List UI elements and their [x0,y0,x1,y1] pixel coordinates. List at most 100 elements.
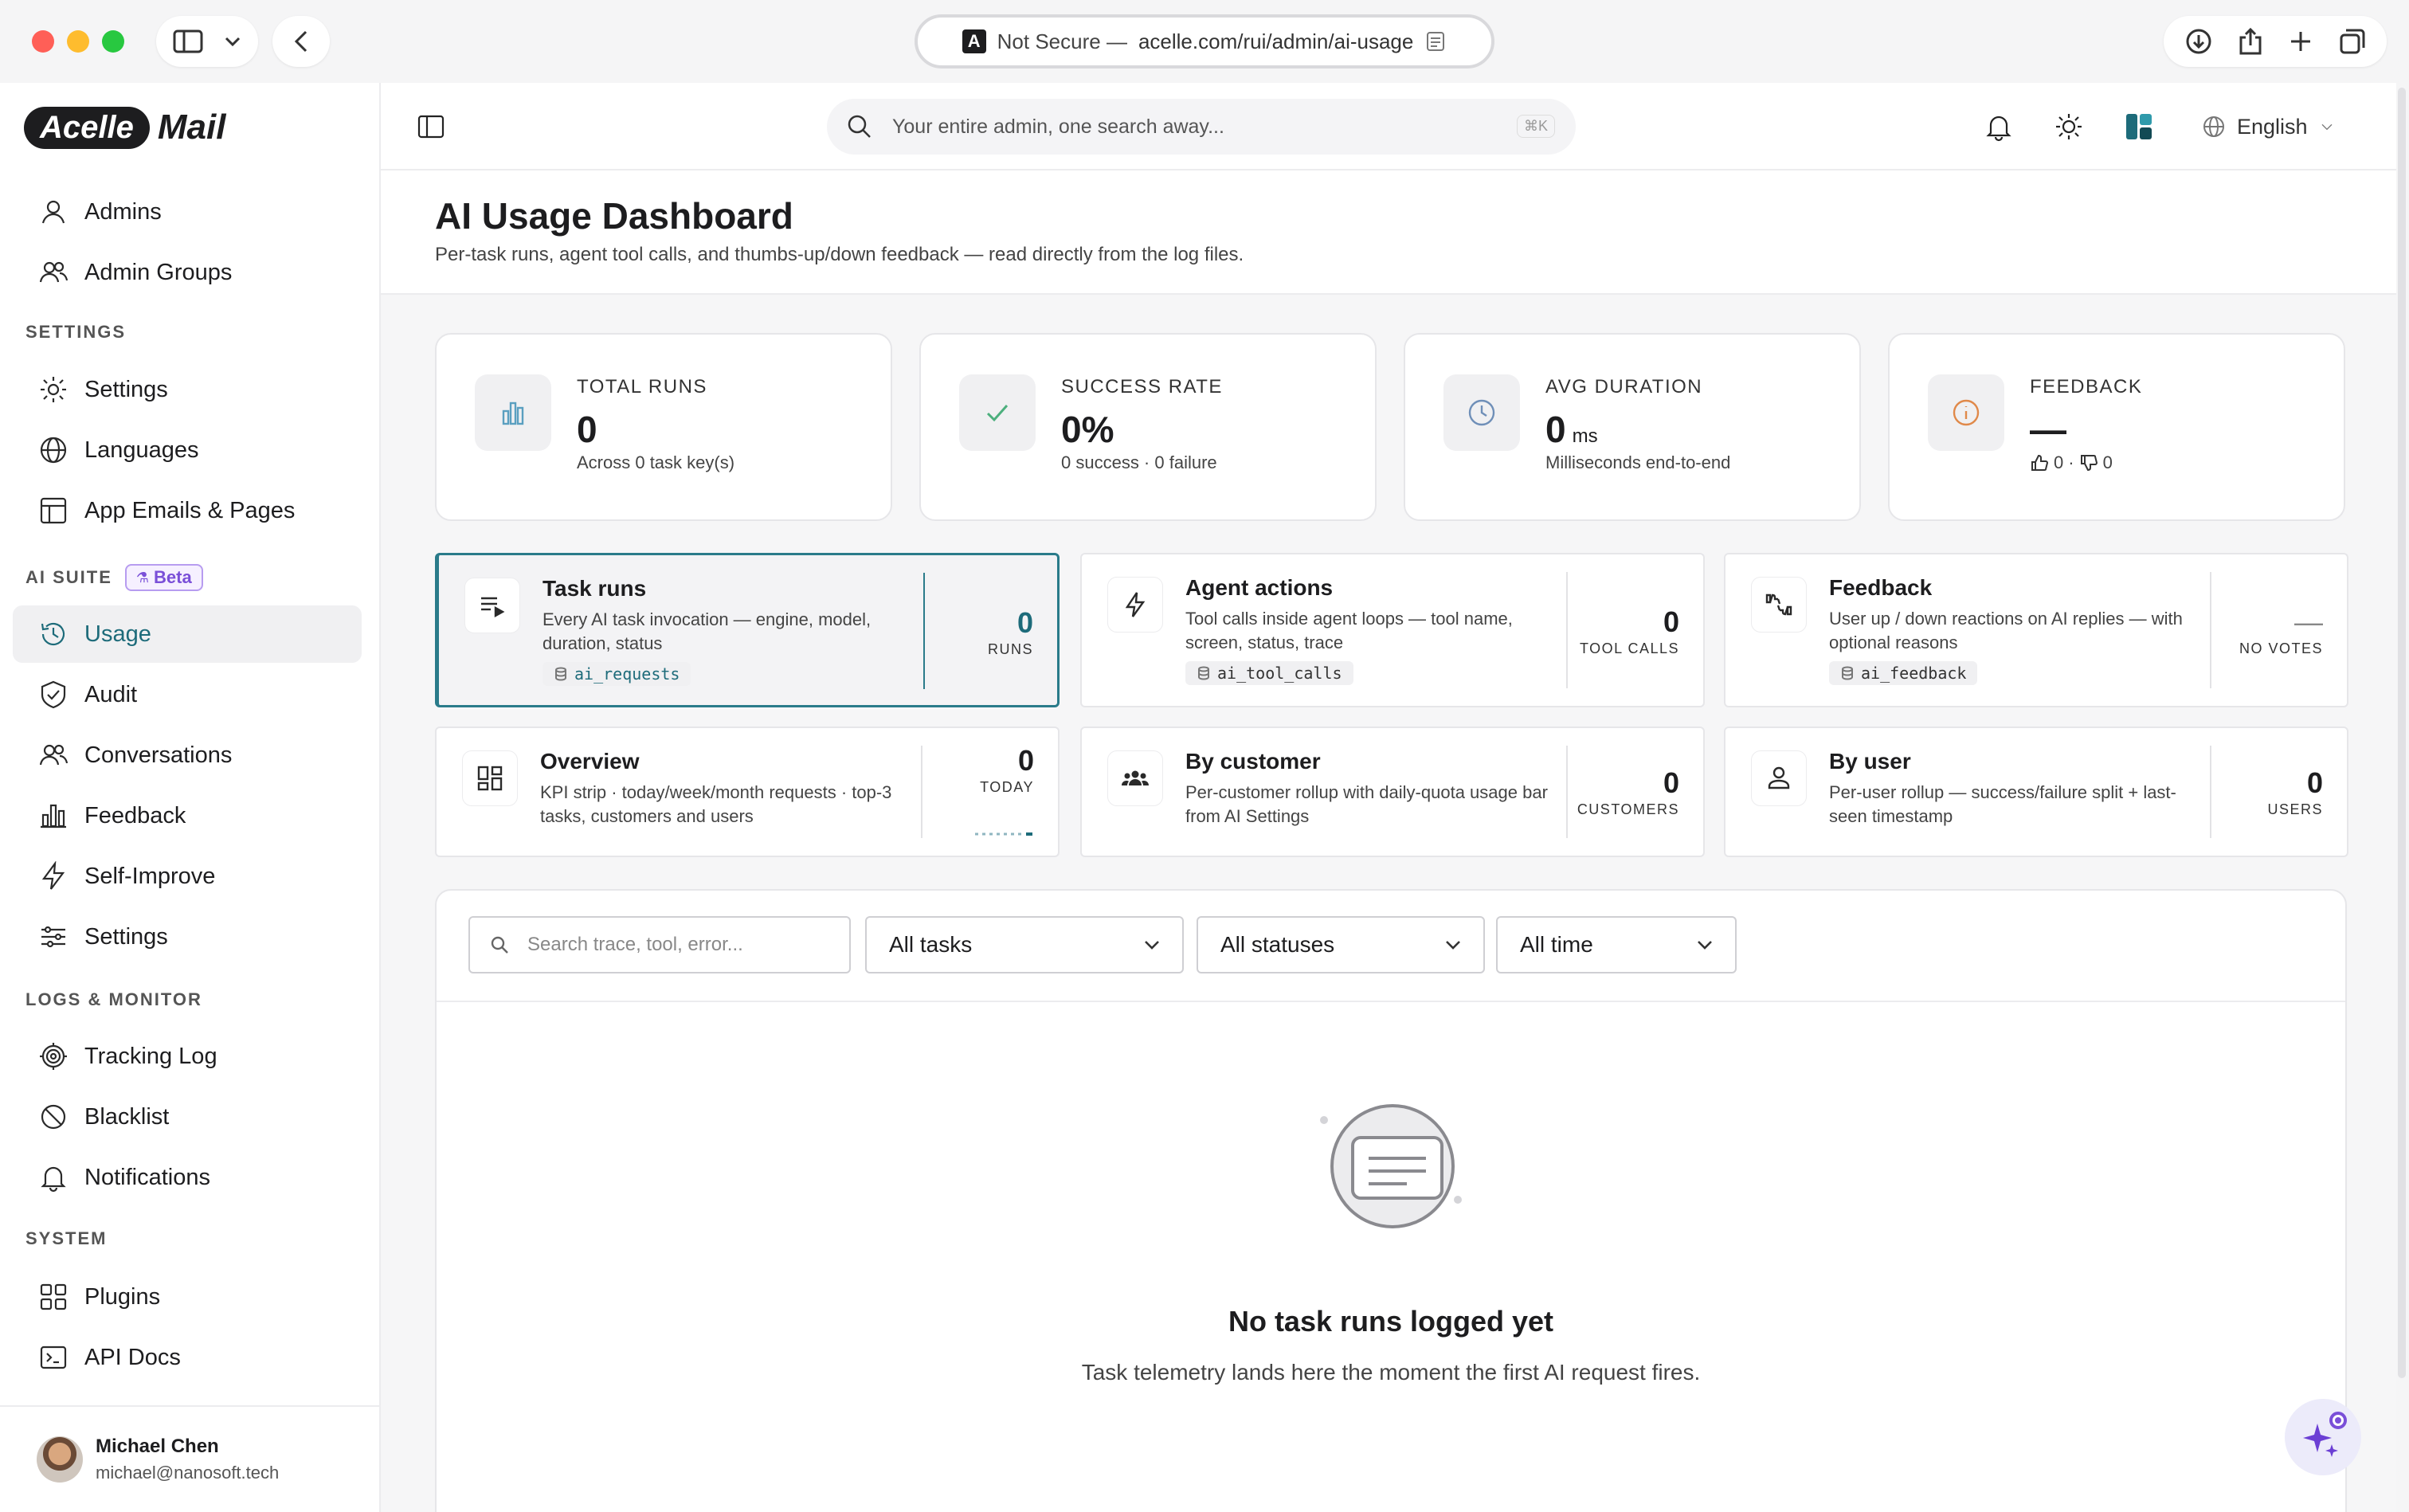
thumbs-down-icon [2080,455,2098,472]
sidebar-item-blacklist[interactable]: Blacklist [13,1088,362,1146]
close-window-button[interactable] [32,30,54,53]
kpi-label: TOTAL RUNS [577,376,707,398]
sidebar-item-ai-settings[interactable]: Settings [13,908,362,966]
avatar [37,1436,83,1483]
sidebar-item-label: Blacklist [84,1103,170,1130]
user-icon [41,200,65,224]
global-search-input[interactable]: Your entire admin, one search away... ⌘K [827,99,1576,155]
sidebar-item-audit[interactable]: Audit [13,666,362,723]
sidebar-item-usage[interactable]: Usage [13,605,362,663]
sidebar-item-plugins[interactable]: Plugins [13,1268,362,1326]
page-scrollbar-thumb[interactable] [2398,88,2406,1378]
tile-title: Feedback [1829,575,1933,600]
tile-divider [923,573,925,689]
theme-toggle-button[interactable] [2049,107,2089,147]
minimize-window-button[interactable] [67,30,89,53]
tile-table-name: ai_feedback [1861,664,1967,683]
sidebar-item-label: Admin Groups [84,259,233,285]
database-icon [555,667,566,681]
thumbs-up-count: 0 [2054,452,2064,472]
kpi-icon-box [1928,374,2004,451]
users-icon [39,261,69,283]
layout-switch-button[interactable] [2119,107,2159,147]
sidebar-toggle-button[interactable] [156,16,258,67]
person-icon [1768,766,1790,789]
time-filter-select[interactable]: All time [1496,916,1737,973]
address-bar[interactable]: A Not Secure — acelle.com/rui/admin/ai-u… [915,14,1494,69]
url-security-label: Not Secure — [997,29,1127,53]
chevron-down-icon [1446,941,1460,950]
kpi-feedback: FEEDBACK — 0 · 0 [1888,333,2345,521]
tile-task-runs[interactable]: Task runs Every AI task invocation — eng… [435,553,1060,707]
group-icon [1122,770,1149,785]
user-profile[interactable]: Michael Chen michael@nanosoft.tech [0,1405,379,1512]
url-domain: acelle.com/rui/admin/ai-usage [1138,29,1414,53]
sidebar-item-api-docs[interactable]: API Docs [13,1329,362,1386]
task-filter-select[interactable]: All tasks [865,916,1184,973]
new-tab-icon[interactable] [2288,29,2313,54]
tile-count: 0 [1016,606,1033,639]
tile-description: User up / down reactions on AI replies —… [1829,609,2183,652]
sidebar-item-admins[interactable]: Admins [13,183,362,241]
chevron-down-icon [1698,941,1712,950]
sidebar-item-languages[interactable]: Languages [13,421,362,479]
tile-by-user[interactable]: By user Per-user rollup — success/failur… [1724,727,2348,857]
trace-search-placeholder: Search trace, tool, error... [527,934,743,955]
section-system: SYSTEM [25,1228,108,1248]
tile-overview[interactable]: Overview KPI strip · today/week/month re… [435,727,1060,857]
tile-divider [2210,572,2211,688]
sidebar-item-settings[interactable]: Settings [13,361,362,418]
kpi-total-runs: TOTAL RUNS 0 Across 0 task key(s) [435,333,892,521]
kpi-value-unit: ms [1572,425,1598,447]
target-icon [40,1043,67,1070]
kpi-feedback-counts: 0 · 0 [2030,452,2113,473]
notifications-button[interactable] [1979,107,2019,147]
tile-title: Overview [540,749,640,774]
sidebar-item-app-emails-pages[interactable]: App Emails & Pages [13,482,362,539]
download-icon[interactable] [2184,27,2213,56]
sidebar-item-notifications[interactable]: Notifications [13,1149,362,1206]
kpi-value-number: 0 [1545,409,1566,450]
ai-assistant-button[interactable] [2285,1399,2361,1475]
tile-feedback[interactable]: Feedback User up / down reactions on AI … [1724,553,2348,707]
logo-acelle-text: Acelle [24,106,150,149]
thumbs-up-down-icon [1765,593,1792,616]
sidebar-item-label: Usage [84,621,151,647]
sidebar-item-tracking-log[interactable]: Tracking Log [13,1028,362,1085]
task-runs-panel: Search trace, tool, error... All tasks A… [435,889,2347,1512]
back-button[interactable] [272,16,330,67]
sidebar-item-feedback[interactable]: Feedback [13,787,362,844]
tile-by-customer[interactable]: By customer Per-customer rollup with dai… [1080,727,1705,857]
maximize-window-button[interactable] [102,30,124,53]
acelle-mail-logo[interactable]: Acelle Mail [24,104,225,151]
tile-icon-box [462,750,518,806]
tile-agent-actions[interactable]: Agent actions Tool calls inside agent lo… [1080,553,1705,707]
collapse-sidebar-button[interactable] [411,107,451,147]
kpi-icon-box [959,374,1036,451]
trace-search-input[interactable]: Search trace, tool, error... [468,916,851,973]
tile-title: Task runs [543,576,647,601]
tile-title: Agent actions [1185,575,1334,600]
global-search-placeholder: Your entire admin, one search away... [892,115,1224,138]
tabs-overview-icon[interactable] [2338,27,2367,56]
history-icon [41,622,65,646]
sidebar-item-label: API Docs [84,1344,181,1370]
kpi-subtext: 0 success · 0 failure [1061,452,1217,472]
tile-description: Tool calls inside agent loops — tool nam… [1185,609,1513,652]
sun-icon [2056,114,2082,139]
sidebar-item-self-improve[interactable]: Self-Improve [13,848,362,905]
check-icon [986,405,1009,422]
lightning-icon [41,861,65,890]
tile-title: By customer [1185,749,1321,774]
globe-icon [40,437,67,464]
sidebar-item-conversations[interactable]: Conversations [13,727,362,784]
language-selector[interactable]: English [2202,107,2335,147]
sidebar-item-admin-groups[interactable]: Admin Groups [13,244,362,301]
status-filter-select[interactable]: All statuses [1197,916,1485,973]
database-icon [1842,666,1853,680]
share-icon[interactable] [2238,26,2263,57]
sidebar-item-label: App Emails & Pages [84,497,296,523]
kpi-value: 0 ms [1545,408,1598,451]
tile-description: Per-user rollup — success/failure split … [1829,782,2176,826]
color-layout-icon [2126,114,2152,139]
